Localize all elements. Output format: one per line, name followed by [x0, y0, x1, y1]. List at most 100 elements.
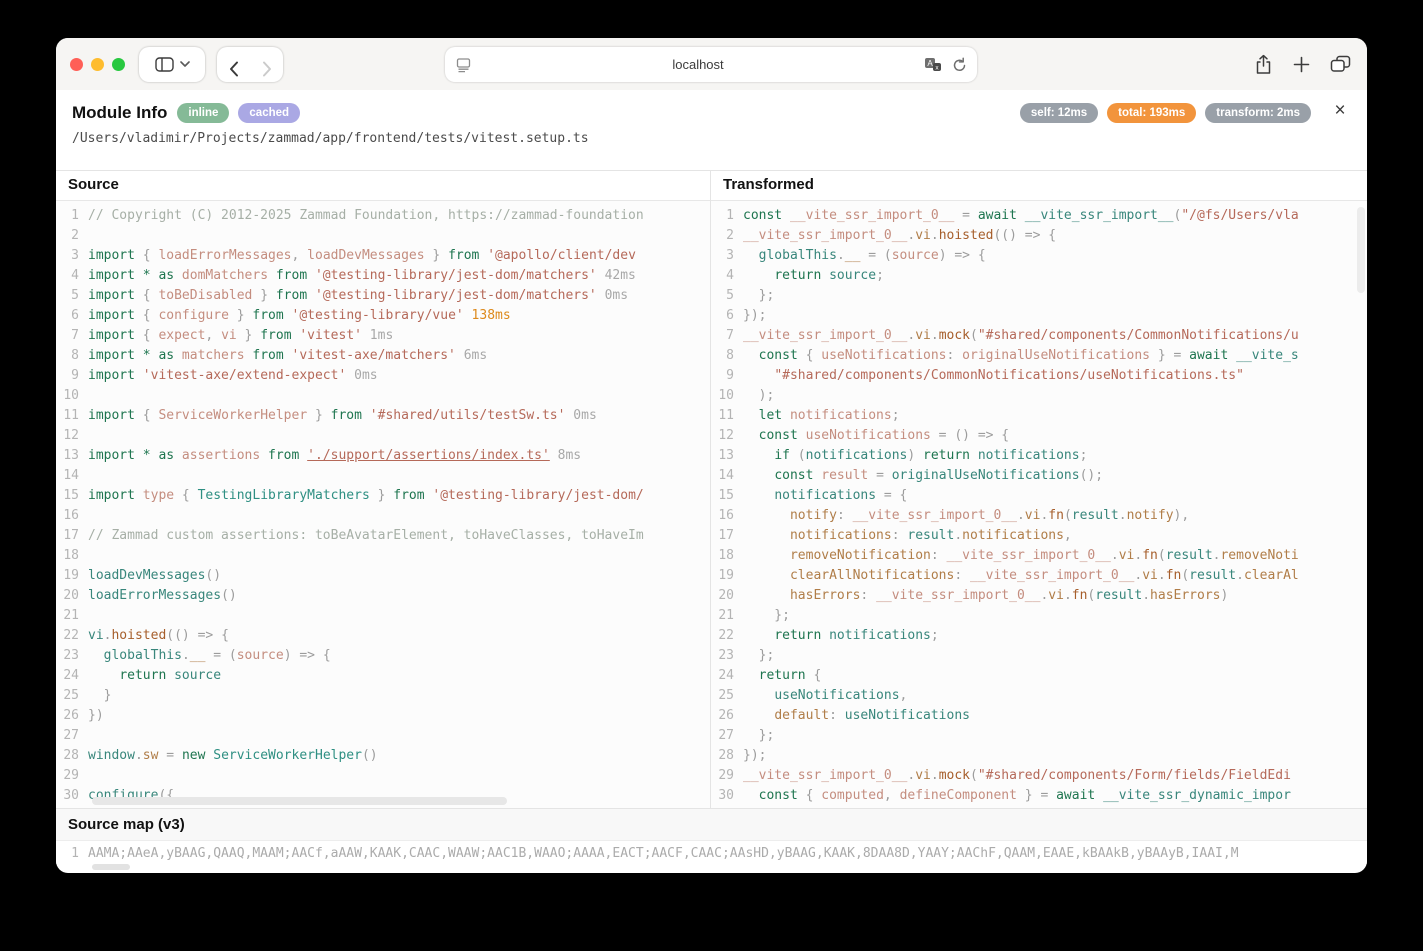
code-token: return [759, 668, 806, 683]
code-token: (); [1080, 468, 1103, 483]
code-token: computed [821, 788, 884, 803]
code-text: }) [88, 706, 104, 726]
code-token: = ( [205, 648, 236, 663]
code-text: const __vite_ssr_import_0__ = await __vi… [743, 206, 1299, 226]
reload-icon[interactable] [952, 57, 967, 73]
line-number: 1 [56, 844, 88, 864]
code-token: 'vitest-axe/extend-expect' [135, 368, 346, 383]
code-token: ; [931, 628, 939, 643]
horizontal-scrollbar[interactable] [92, 797, 507, 805]
tab-overview-button[interactable] [1330, 55, 1351, 73]
line-number: 23 [711, 646, 743, 666]
code-token: } = [1017, 788, 1056, 803]
code-token: fn [1048, 508, 1064, 523]
module-link[interactable]: './support/assertions/index.ts' [307, 448, 550, 463]
code-text: notifications = { [743, 486, 907, 506]
code-token: new [182, 748, 205, 763]
code-line: 10 [56, 386, 710, 406]
code-token: import [88, 328, 135, 343]
code-token: __vite_ssr_import_0__ [743, 328, 907, 343]
code-token: const [759, 428, 798, 443]
code-token: notifications [782, 408, 892, 423]
share-button[interactable] [1254, 54, 1273, 75]
code-token: () [205, 568, 221, 583]
code-token: notify [790, 508, 837, 523]
code-text: import * as domMatchers from '@testing-l… [88, 266, 636, 286]
code-token: { [135, 408, 158, 423]
line-number: 9 [56, 366, 88, 386]
code-token: , [884, 788, 900, 803]
line-number: 21 [56, 606, 88, 626]
code-token: = ( [860, 248, 891, 263]
line-number: 22 [56, 626, 88, 646]
code-token: vi [88, 628, 104, 643]
line-number: 13 [56, 446, 88, 466]
code-line: 18 removeNotification: __vite_ssr_import… [711, 546, 1367, 566]
code-token: __vite_ssr_dynamic_impor [1095, 788, 1291, 803]
code-token: __vite_ssr_import_0__ [876, 588, 1040, 603]
address-bar[interactable]: localhost Ax [445, 47, 977, 82]
chevron-down-icon [180, 61, 190, 67]
code-token: , [205, 328, 221, 343]
line-number: 18 [711, 546, 743, 566]
code-line: 29__vite_ssr_import_0__.vi.mock("#shared… [711, 766, 1367, 786]
code-line: 28window.sw = new ServiceWorkerHelper() [56, 746, 710, 766]
code-token: '@testing-library/jest-dom/ [425, 488, 644, 503]
line-number: 26 [711, 706, 743, 726]
code-token: vi [1119, 548, 1135, 563]
code-token: result [1189, 568, 1236, 583]
code-token: clearAllNotifications [790, 568, 954, 583]
line-number: 29 [711, 766, 743, 786]
code-token [743, 548, 790, 563]
code-line: 20 hasErrors: __vite_ssr_import_0__.vi.f… [711, 586, 1367, 606]
code-token: , [292, 248, 308, 263]
sidebar-toggle-button[interactable] [139, 47, 205, 82]
code-line: 2 [56, 226, 710, 246]
code-token: = () => { [931, 428, 1009, 443]
code-text: clearAllNotifications: __vite_ssr_import… [743, 566, 1299, 586]
code-token: return [774, 628, 821, 643]
code-token: __vite_s [1228, 348, 1298, 363]
back-button[interactable] [217, 51, 250, 77]
page-format-icon[interactable] [455, 56, 472, 73]
code-token: // Zammad custom assertions: toBeAvatarE… [88, 528, 644, 543]
new-tab-button[interactable] [1293, 56, 1310, 73]
code-token [743, 788, 759, 803]
forward-button[interactable] [250, 51, 283, 77]
code-token: 'vitest' [292, 328, 362, 343]
horizontal-scrollbar[interactable] [92, 864, 130, 870]
vertical-scrollbar[interactable] [1357, 207, 1365, 293]
code-token: = { [876, 488, 907, 503]
line-number: 14 [56, 466, 88, 486]
code-token: assertions [182, 448, 260, 463]
code-token: import * as [88, 348, 182, 363]
code-token: removeNotification [790, 548, 931, 563]
code-token: . [1017, 508, 1025, 523]
code-token: vi [915, 228, 931, 243]
code-token: from [252, 308, 283, 323]
code-token: { [135, 308, 158, 323]
sourcemap-line: 1 AAMA;AAeA,yBAAG,QAAQ,MAAM;AACf,aAAW,KA… [56, 841, 1367, 864]
close-window-button[interactable] [70, 58, 83, 71]
close-icon[interactable]: × [1327, 98, 1353, 124]
code-text: window.sw = new ServiceWorkerHelper() [88, 746, 378, 766]
url-text[interactable]: localhost [472, 57, 924, 72]
timing-badge: self: 12ms [1020, 103, 1098, 123]
minimize-window-button[interactable] [91, 58, 104, 71]
code-line: 4import * as domMatchers from '@testing-… [56, 266, 710, 286]
translate-icon[interactable]: Ax [924, 57, 942, 73]
zoom-window-button[interactable] [112, 58, 125, 71]
code-token: return [923, 448, 970, 463]
code-text: }); [743, 306, 766, 326]
line-number: 27 [711, 726, 743, 746]
code-token: mock [939, 328, 970, 343]
line-number: 17 [56, 526, 88, 546]
line-number: 13 [711, 446, 743, 466]
code-token: } [370, 488, 393, 503]
code-line: 23 globalThis.__ = (source) => { [56, 646, 710, 666]
line-number: 22 [711, 626, 743, 646]
line-number: 11 [711, 406, 743, 426]
code-line: 12 const useNotifications = () => { [711, 426, 1367, 446]
code-token: useNotifications [845, 708, 970, 723]
line-number: 3 [711, 246, 743, 266]
